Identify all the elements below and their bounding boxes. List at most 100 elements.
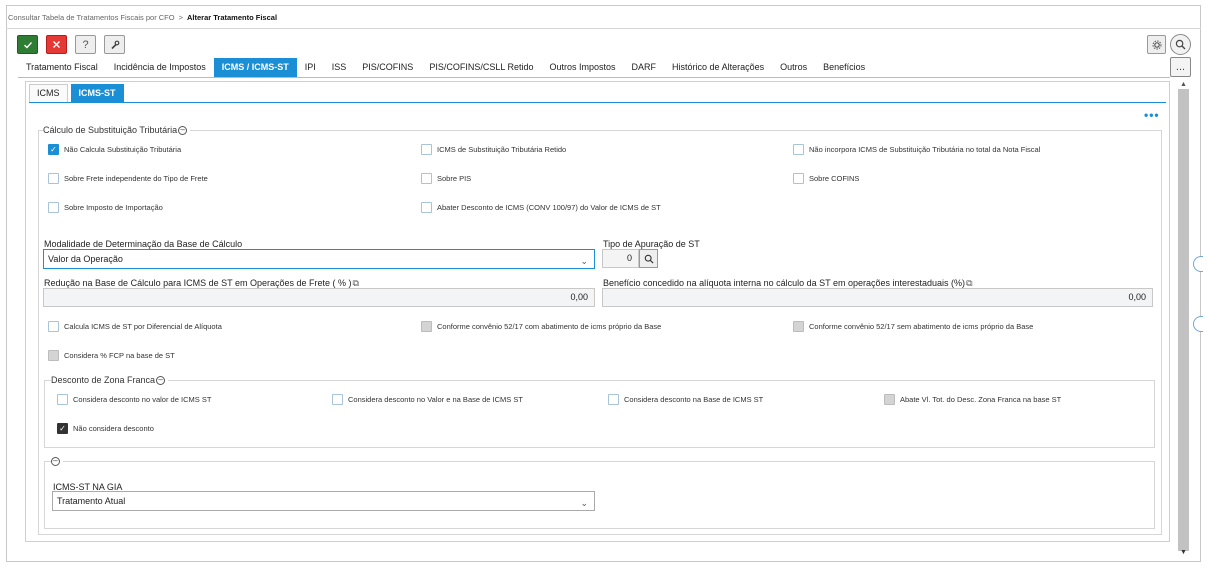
checkbox-label: Não Calcula Substituição Tributária [64, 145, 182, 154]
tab-icms-icms-st[interactable]: ICMS / ICMS-ST [213, 58, 297, 77]
checkbox-label: Conforme convênio 52/17 com abatimento d… [437, 322, 662, 331]
chk-sobre-imposto-importacao[interactable]: Sobre Imposto de Importação [48, 202, 163, 213]
collapse-icon[interactable]: – [178, 126, 188, 136]
panel-menu-button[interactable]: ••• [1144, 109, 1160, 121]
tab-incidencia-impostos[interactable]: Incidência de Impostos [106, 58, 214, 77]
checkbox-disabled-icon [48, 350, 59, 361]
close-icon [53, 41, 60, 48]
zona-franca-box [44, 380, 1155, 448]
checkbox-icon [421, 173, 432, 184]
modalidade-select[interactable]: Valor da Operação ⌄ [43, 249, 595, 269]
checkbox-icon [48, 173, 59, 184]
checkbox-label: Sobre PIS [437, 174, 472, 183]
tools-button[interactable] [104, 35, 125, 54]
chk-desconto-valor-base-icms-st[interactable]: Considera desconto no Valor e na Base de… [332, 394, 523, 405]
checkbox-icon [421, 202, 432, 213]
chk-convenio-com-abatimento[interactable]: Conforme convênio 52/17 com abatimento d… [421, 321, 661, 332]
sub-tabs-divider [29, 102, 1166, 103]
subtab-icms-st[interactable]: ICMS-ST [70, 84, 124, 102]
more-options-button[interactable]: ... [1170, 57, 1191, 77]
tab-pis-cofins-csll-retido[interactable]: PIS/COFINS/CSLL Retido [421, 58, 541, 77]
collapse-icon[interactable]: – [156, 376, 166, 386]
scroll-thumb[interactable] [1178, 89, 1189, 551]
chk-considera-fcp[interactable]: Considera % FCP na base de ST [48, 350, 175, 361]
tab-outros[interactable]: Outros [772, 58, 815, 77]
chk-nao-incorpora-icms-st[interactable]: Não incorpora ICMS de Substituição Tribu… [793, 144, 1040, 155]
chevron-down-icon: ⌄ [580, 498, 588, 508]
gia-value: Tratamento Atual [57, 496, 126, 506]
tab-ipi[interactable]: IPI [297, 58, 324, 77]
confirm-button[interactable] [17, 35, 38, 54]
checkbox-checked-icon: ✓ [57, 423, 68, 434]
checkbox-icon [57, 394, 68, 405]
breadcrumb-parent[interactable]: Consultar Tabela de Tratamentos Fiscais … [8, 13, 175, 22]
chk-diferencial-aliquota[interactable]: Calcula ICMS de ST por Diferencial de Al… [48, 321, 222, 332]
help-label: ? [82, 38, 89, 51]
checkbox-icon [421, 144, 432, 155]
chk-sobre-frete[interactable]: Sobre Frete independente do Tipo de Fret… [48, 173, 208, 184]
vertical-scrollbar[interactable]: ▲ ▼ [1178, 81, 1189, 559]
chk-desconto-valor-icms-st[interactable]: Considera desconto no valor de ICMS ST [57, 394, 211, 405]
checkbox-icon [48, 202, 59, 213]
checkbox-label: Considera desconto na Base de ICMS ST [624, 395, 764, 404]
collapse-icon[interactable]: – [51, 457, 60, 467]
modalidade-label: Modalidade de Determinação da Base de Cá… [44, 239, 243, 249]
chk-nao-calcula-st[interactable]: ✓ Não Calcula Substituição Tributária [48, 144, 181, 155]
checkbox-disabled-icon [793, 321, 804, 332]
main-tabs-divider [18, 77, 1170, 78]
check-icon [23, 41, 32, 48]
tab-darf[interactable]: DARF [624, 58, 665, 77]
checkbox-icon [48, 321, 59, 332]
chk-icms-st-retido[interactable]: ICMS de Substituição Tributária Retido [421, 144, 566, 155]
gia-section-title: – [51, 456, 63, 467]
settings-button[interactable] [1147, 35, 1166, 54]
tipo-apuracao-input[interactable]: 0 [602, 249, 639, 268]
zona-franca-title-text: Desconto de Zona Franca [51, 375, 156, 385]
zona-franca-title: Desconto de Zona Franca – [51, 375, 169, 386]
scroll-down-arrow-icon[interactable]: ▼ [1180, 549, 1187, 556]
tab-pis-cofins[interactable]: PIS/COFINS [354, 58, 421, 77]
search-button[interactable] [1170, 34, 1191, 55]
chk-convenio-sem-abatimento[interactable]: Conforme convênio 52/17 sem abatimento d… [793, 321, 1033, 332]
chk-abater-desconto-icms[interactable]: Abater Desconto de ICMS (CONV 100/97) do… [421, 202, 661, 213]
breadcrumb: Consultar Tabela de Tratamentos Fiscais … [8, 13, 277, 22]
gia-select[interactable]: Tratamento Atual ⌄ [52, 491, 595, 511]
calc-section-title: Cálculo de Substituição Tributária – [43, 125, 191, 136]
header-divider [6, 28, 1201, 29]
tab-beneficios[interactable]: Benefícios [815, 58, 873, 77]
side-panel-handle[interactable] [1193, 316, 1203, 332]
checkbox-label: Calcula ICMS de ST por Diferencial de Al… [64, 322, 222, 331]
checkbox-icon [793, 144, 804, 155]
checkbox-label: Considera desconto no Valor e na Base de… [348, 395, 523, 404]
tab-iss[interactable]: ISS [324, 58, 355, 77]
breadcrumb-separator: > [178, 13, 183, 22]
checkbox-label: Sobre COFINS [809, 174, 860, 183]
more-label: ... [1175, 60, 1186, 73]
tipo-apuracao-lookup-button[interactable] [639, 249, 658, 268]
calc-section-title-text: Cálculo de Substituição Tributária [43, 125, 178, 135]
checkbox-label: Abate Vl. Tot. do Desc. Zona Franca na b… [900, 395, 1062, 404]
checkbox-label: ICMS de Substituição Tributária Retido [437, 145, 567, 154]
side-panel-handle[interactable] [1193, 256, 1203, 272]
chk-sobre-pis[interactable]: Sobre PIS [421, 173, 471, 184]
beneficio-input[interactable]: 0,00 [602, 288, 1153, 307]
scroll-up-arrow-icon[interactable]: ▲ [1180, 81, 1187, 88]
checkbox-icon [332, 394, 343, 405]
tab-historico-alteracoes[interactable]: Histórico de Alterações [664, 58, 772, 77]
chk-nao-considera-desconto[interactable]: ✓ Não considera desconto [57, 423, 154, 434]
help-button[interactable]: ? [75, 35, 96, 54]
subtab-icms[interactable]: ICMS [29, 84, 68, 102]
search-icon [1175, 39, 1186, 50]
tab-tratamento-fiscal[interactable]: Tratamento Fiscal [18, 58, 106, 77]
checkbox-label: Considera desconto no valor de ICMS ST [73, 395, 212, 404]
chk-sobre-cofins[interactable]: Sobre COFINS [793, 173, 859, 184]
chk-desconto-base-icms-st[interactable]: Considera desconto na Base de ICMS ST [608, 394, 763, 405]
checkbox-checked-icon: ✓ [48, 144, 59, 155]
tab-outros-impostos[interactable]: Outros Impostos [542, 58, 624, 77]
chk-abate-desc-zona-franca[interactable]: Abate Vl. Tot. do Desc. Zona Franca na b… [884, 394, 1061, 405]
reducao-input[interactable]: 0,00 [43, 288, 595, 307]
checkbox-icon [608, 394, 619, 405]
breadcrumb-current: Alterar Tratamento Fiscal [187, 13, 278, 22]
main-tabs: Tratamento Fiscal Incidência de Impostos… [18, 58, 873, 77]
cancel-button[interactable] [46, 35, 67, 54]
